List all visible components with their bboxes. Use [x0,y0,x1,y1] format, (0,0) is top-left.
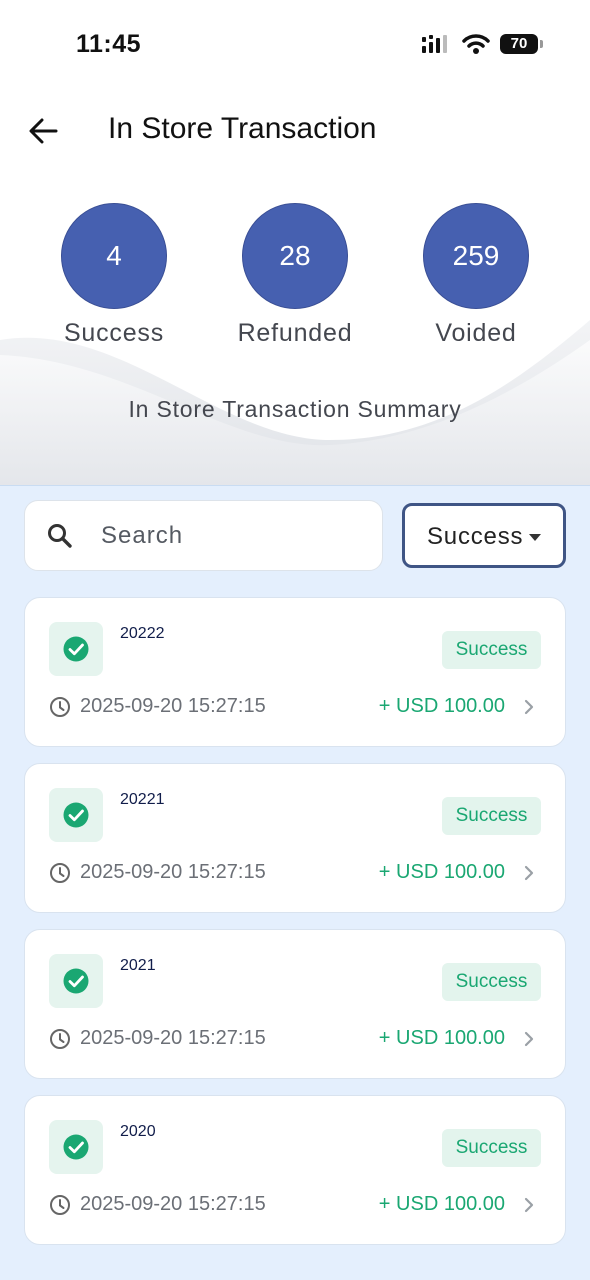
clock-icon [50,697,70,717]
transaction-amount: + USD 100.00 [378,861,505,883]
transaction-datetime: 2025-09-20 15:27:15 [80,1193,266,1215]
status-icon-box [49,622,103,676]
clock-icon [50,863,70,883]
status-badge: Success [442,797,541,835]
stat-voided[interactable]: 259 Voided [396,203,556,348]
transaction-amount: + USD 100.00 [378,695,505,717]
dropdown-caret-icon [529,534,541,541]
signal-icon [422,35,447,53]
transaction-id: 2021 [120,957,156,974]
summary-title: In Store Transaction Summary [128,396,462,422]
status-badge: Success [442,631,541,669]
status-filter-dropdown[interactable]: Success [402,503,566,568]
transaction-id: 20221 [120,791,165,808]
clock-icon [50,1195,70,1215]
status-time: 11:45 [76,30,142,58]
transaction-amount: + USD 100.00 [378,1027,505,1049]
battery-tip [540,40,543,48]
stat-label: Success [63,319,165,347]
check-circle-icon [63,968,89,994]
transaction-card[interactable]: 2021 Success 2025-09-20 15:27:15 + USD 1… [24,929,566,1079]
transaction-id: 2020 [120,1123,156,1140]
transaction-amount: + USD 100.00 [378,1193,505,1215]
status-badge: Success [442,963,541,1001]
page-title: In Store Transaction [108,112,377,145]
transaction-id: 20222 [120,625,165,642]
status-icon-box [49,1120,103,1174]
stat-label: Voided [435,319,517,347]
chevron-right-icon [524,1031,534,1047]
stat-value: 28 [242,203,348,309]
status-icons: 70 [420,32,550,56]
stat-refunded[interactable]: 28 Refunded [215,203,375,348]
stat-label: Refunded [237,319,353,347]
stat-value: 4 [61,203,167,309]
stat-success[interactable]: 4 Success [34,203,194,348]
wifi-icon [462,34,490,54]
transaction-datetime: 2025-09-20 15:27:15 [80,861,266,883]
status-icon-box [49,954,103,1008]
back-arrow-icon[interactable] [26,114,60,148]
check-circle-icon [63,636,89,662]
transaction-card[interactable]: 20222 Success 2025-09-20 15:27:15 + USD … [24,597,566,747]
transaction-card[interactable]: 20221 Success 2025-09-20 15:27:15 + USD … [24,763,566,913]
chevron-right-icon [524,699,534,715]
status-icon-box [49,788,103,842]
transaction-card[interactable]: 2020 Success 2025-09-20 15:27:15 + USD 1… [24,1095,566,1245]
search-input[interactable] [101,511,371,561]
transaction-datetime: 2025-09-20 15:27:15 [80,695,266,717]
transaction-datetime: 2025-09-20 15:27:15 [80,1027,266,1049]
header-area: 11:45 70 In Store Transaction 4 Success … [0,0,590,486]
search-icon [48,524,72,548]
check-circle-icon [63,802,89,828]
search-box[interactable] [24,500,383,571]
filter-selected-value: Success [427,523,524,550]
chevron-right-icon [524,1197,534,1213]
stat-value: 259 [423,203,529,309]
status-badge: Success [442,1129,541,1167]
clock-icon [50,1029,70,1049]
chevron-right-icon [524,865,534,881]
battery-icon: 70 [500,34,538,54]
check-circle-icon [63,1134,89,1160]
